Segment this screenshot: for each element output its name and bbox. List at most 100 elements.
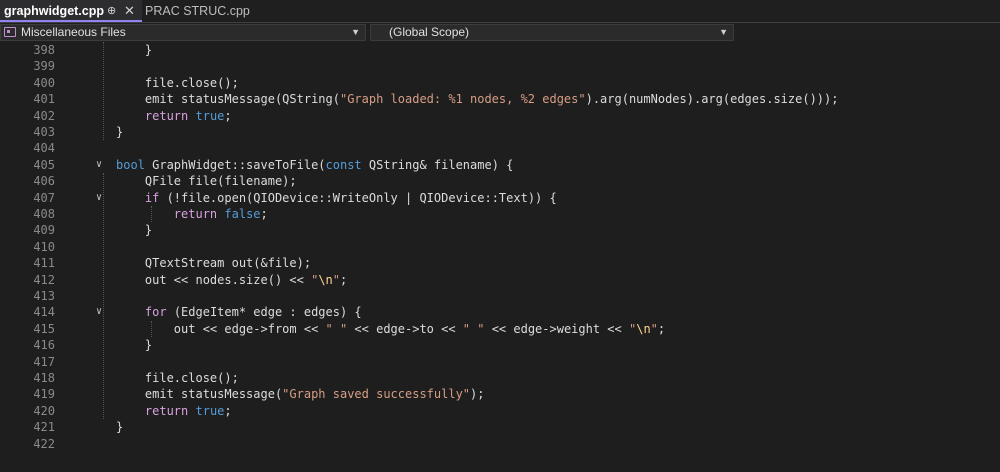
line-number: 417 xyxy=(33,354,55,369)
line-number: 405 xyxy=(33,157,55,172)
code-line[interactable]: 412 out << nodes.size() << "\n"; xyxy=(0,272,1000,288)
code-token: return xyxy=(173,207,218,221)
scope-dropdown[interactable]: (Global Scope) ▼ xyxy=(370,24,734,41)
project-dropdown[interactable]: Miscellaneous Files ▼ xyxy=(0,24,366,41)
code-line[interactable]: 408 return false; xyxy=(0,206,1000,222)
code-line[interactable]: 420 return true; xyxy=(0,403,1000,419)
code-token: true xyxy=(195,108,225,123)
code-token: out << nodes.size() << xyxy=(116,272,312,287)
code-text: out << nodes.size() << "\n"; xyxy=(116,272,347,288)
fold-toggle-icon[interactable]: ∨ xyxy=(96,304,102,320)
code-line[interactable]: 401 emit statusMessage(QString("Graph lo… xyxy=(0,91,1000,107)
code-text: } xyxy=(116,419,123,435)
code-line[interactable]: 402 return true; xyxy=(0,108,1000,124)
code-text: QFile file(filename); xyxy=(116,173,297,189)
pin-icon[interactable]: ⊕ xyxy=(107,0,116,22)
code-token: out << edge->from << xyxy=(116,321,326,336)
code-line[interactable]: 419 emit statusMessage("Graph saved succ… xyxy=(0,386,1000,402)
code-token: true xyxy=(195,403,225,418)
code-editor[interactable]: 398 } 399 400 file.close(); 401 emit status… xyxy=(0,42,1000,472)
code-token: emit statusMessage( xyxy=(116,387,283,402)
navigation-bar: Miscellaneous Files ▼ (Global Scope) ▼ xyxy=(0,23,1000,42)
line-number: 402 xyxy=(33,108,55,123)
code-token: (EdgeItem* edge : edges) { xyxy=(166,305,362,320)
indent-guide xyxy=(151,320,152,338)
tab-title: graphwidget.cpp xyxy=(4,4,104,18)
tab-title: PRAC STRUC.cpp xyxy=(145,4,250,18)
code-token: QString& filename) { xyxy=(361,157,514,172)
code-line[interactable]: 398 } xyxy=(0,42,1000,58)
code-line[interactable]: 421} xyxy=(0,419,1000,435)
line-number: 398 xyxy=(33,43,55,57)
code-text: out << edge->from << " " << edge->to << … xyxy=(116,321,665,337)
code-token: const xyxy=(325,157,362,172)
code-token: return xyxy=(144,108,189,123)
code-line[interactable]: 404 xyxy=(0,140,1000,156)
line-number: 419 xyxy=(33,387,55,402)
line-number: 420 xyxy=(33,403,55,418)
code-token: } xyxy=(116,338,153,353)
code-token: \n xyxy=(636,321,651,336)
code-line[interactable]: 406 QFile file(filename); xyxy=(0,173,1000,189)
line-number: 406 xyxy=(33,174,55,189)
line-number: 407 xyxy=(33,190,55,205)
code-line[interactable]: 422 xyxy=(0,436,1000,452)
tab-prac-struc-cpp[interactable]: PRAC STRUC.cpp xyxy=(145,0,265,22)
code-token: ); xyxy=(470,387,485,402)
code-line[interactable]: 417 xyxy=(0,354,1000,370)
code-token: bool xyxy=(116,157,145,172)
code-token: " " xyxy=(462,321,485,336)
code-text: emit statusMessage("Graph saved successf… xyxy=(116,386,485,402)
fold-toggle-icon[interactable]: ∨ xyxy=(96,157,102,173)
fold-toggle-icon[interactable]: ∨ xyxy=(96,190,102,206)
project-dropdown-label: Miscellaneous Files xyxy=(21,25,126,39)
line-number: 412 xyxy=(33,272,55,287)
code-text: } xyxy=(116,124,123,140)
code-line[interactable]: 416 } xyxy=(0,337,1000,353)
code-line[interactable]: 410 xyxy=(0,239,1000,255)
code-line[interactable]: 400 file.close(); xyxy=(0,75,1000,91)
code-line[interactable]: 409 } xyxy=(0,222,1000,238)
indent-guide xyxy=(103,42,104,141)
code-token: } xyxy=(116,125,124,139)
code-token: return xyxy=(144,403,189,418)
project-icon xyxy=(4,27,16,37)
code-text: if (!file.open(QIODevice::WriteOnly | QI… xyxy=(116,190,557,206)
code-token: for xyxy=(144,305,167,320)
code-token: } xyxy=(116,420,124,435)
code-line[interactable]: 405 ∨ bool GraphWidget::saveToFile(const Q… xyxy=(0,157,1000,173)
code-text: } xyxy=(116,337,152,353)
tab-graphwidget-cpp[interactable]: graphwidget.cpp ⊕ ✕ xyxy=(0,0,142,22)
code-token: } xyxy=(116,43,153,57)
code-token: ; xyxy=(657,321,666,336)
code-token: file.close(); xyxy=(116,75,239,90)
code-line[interactable]: 411 QTextStream out(&file); xyxy=(0,255,1000,271)
code-text: return false; xyxy=(116,206,268,222)
code-line[interactable]: 414 ∨ for (EdgeItem* edge : edges) { xyxy=(0,304,1000,320)
code-token: \n xyxy=(318,272,333,287)
code-token: ; xyxy=(260,207,268,221)
code-text: return true; xyxy=(116,403,232,419)
code-line[interactable]: 407 ∨ if (!file.open(QIODevice::WriteOnly… xyxy=(0,190,1000,206)
line-number: 409 xyxy=(33,223,55,238)
code-line[interactable]: 399 xyxy=(0,58,1000,74)
code-line[interactable]: 413 xyxy=(0,288,1000,304)
code-text: emit statusMessage(QString("Graph loaded… xyxy=(116,91,839,107)
code-token: (!file.open(QIODevice::WriteOnly | QIODe… xyxy=(159,190,557,205)
chevron-down-icon: ▼ xyxy=(351,27,360,37)
line-number: 416 xyxy=(33,338,55,353)
code-token: } xyxy=(116,223,153,238)
code-token: "Graph saved successfully" xyxy=(282,387,471,402)
code-line[interactable]: 415 out << edge->from << " " << edge->to… xyxy=(0,321,1000,337)
code-line[interactable]: 418 file.close(); xyxy=(0,370,1000,386)
code-token: " xyxy=(332,272,340,287)
close-icon[interactable]: ✕ xyxy=(124,0,135,22)
code-token: " " xyxy=(325,321,348,336)
code-token: QTextStream out(&file); xyxy=(116,256,312,271)
code-line[interactable]: 403} xyxy=(0,124,1000,140)
